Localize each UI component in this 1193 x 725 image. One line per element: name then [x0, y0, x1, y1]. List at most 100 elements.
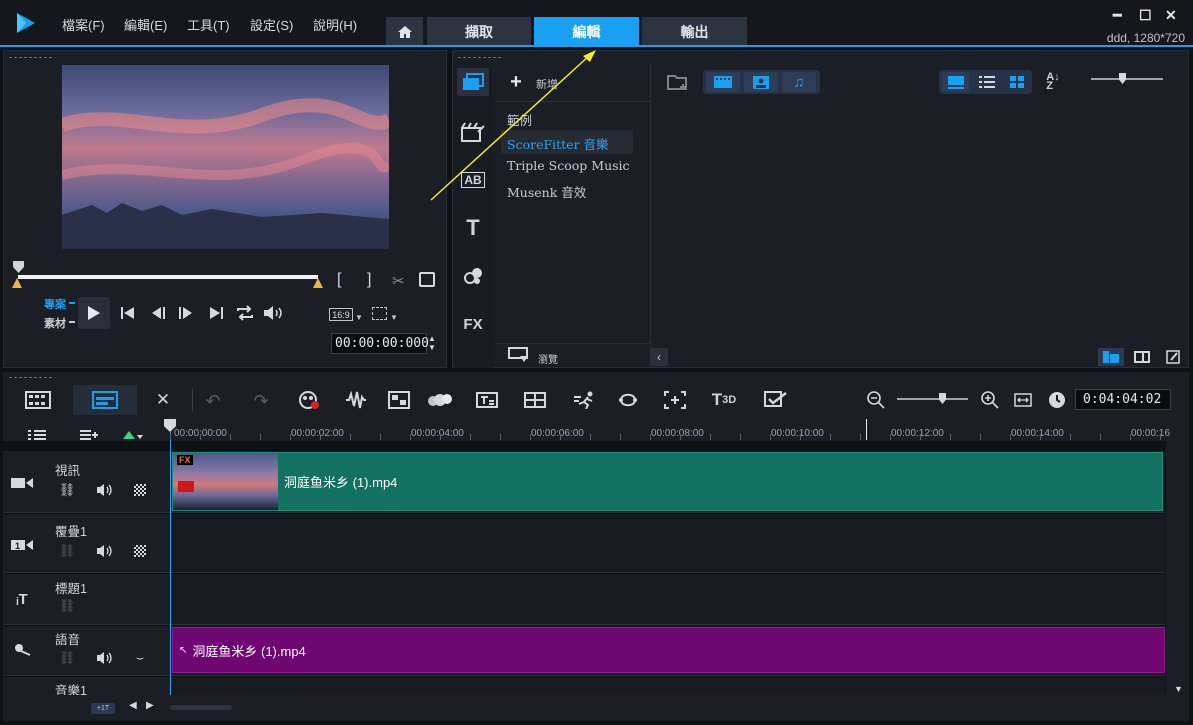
browse-button[interactable]: 瀏覽 [538, 351, 558, 366]
track-name[interactable]: 語音 [55, 629, 80, 648]
tab-output[interactable]: 輸出 [642, 17, 747, 46]
tab-capture[interactable]: 擷取 [427, 17, 531, 46]
audio-filter-icon[interactable]: ♫ [782, 72, 816, 92]
mark-out-icon[interactable]: ] [367, 271, 371, 289]
track-volume-icon[interactable] [95, 650, 115, 666]
chapter-marker-icon[interactable] [79, 427, 99, 443]
add-icon[interactable]: + [507, 71, 525, 93]
import-folder-icon[interactable] [667, 72, 689, 92]
aspect-ratio-button[interactable]: 16:9 [329, 308, 353, 321]
track-name[interactable]: 覆疊1 [55, 521, 87, 540]
track-manager-icon[interactable] [27, 427, 47, 443]
scroll-left-icon[interactable]: ◀ [129, 700, 137, 711]
menu-tools[interactable]: 工具(T) [187, 15, 230, 34]
track-name[interactable]: 視訊 [55, 460, 80, 479]
track-area-title[interactable] [171, 574, 1165, 625]
library-item-scorefitter[interactable]: ScoreFitter 音樂 [507, 134, 609, 153]
track-name[interactable]: 標題1 [55, 578, 87, 597]
volume-icon[interactable] [263, 304, 285, 322]
pan-zoom-icon[interactable] [663, 389, 687, 411]
sort-icon[interactable]: A↓ Z [1043, 72, 1063, 92]
media-library-icon[interactable] [457, 68, 489, 96]
voice-clip[interactable]: ↖ 洞庭鱼米乡 (1).mp4 [172, 627, 1165, 673]
zoom-out-icon[interactable] [866, 390, 886, 410]
play-button[interactable] [78, 297, 110, 329]
video-clip[interactable]: FX 洞庭鱼米乡 (1).mp4 [172, 452, 1163, 511]
library-layout-icon[interactable] [1098, 348, 1124, 366]
mode-clip[interactable]: 素材 [44, 315, 66, 331]
record-capture-icon[interactable] [297, 389, 321, 411]
undo-icon[interactable]: ↶ [202, 390, 224, 412]
graphics-icon[interactable] [457, 262, 489, 290]
split-scissors-icon[interactable]: ✂ [392, 272, 405, 290]
tab-edit[interactable]: 編輯 [534, 17, 639, 46]
track-transparency-icon[interactable] [134, 484, 146, 496]
track-volume-icon[interactable] [95, 543, 115, 559]
snapshot-icon[interactable] [419, 272, 435, 287]
multicam-icon[interactable] [387, 389, 411, 411]
redo-icon[interactable]: ↷ [250, 390, 272, 412]
crop-dropdown-icon[interactable]: ▼ [390, 313, 398, 322]
sound-mixer-icon[interactable] [344, 389, 368, 411]
track-volume-icon[interactable] [95, 482, 115, 498]
prev-frame-icon[interactable] [151, 305, 167, 321]
crop-icon[interactable] [372, 307, 387, 320]
audio-ducking-icon[interactable]: ⌣ [131, 650, 149, 666]
mark-in-icon[interactable]: [ [337, 271, 341, 289]
add-track-icon[interactable]: +1T [91, 703, 115, 714]
scrubber-track[interactable] [18, 275, 318, 279]
menu-edit[interactable]: 編輯(E) [124, 15, 167, 34]
link-icon[interactable]: ⛓ [58, 482, 76, 498]
link-icon[interactable]: ⛓ [58, 598, 76, 614]
transition-icon[interactable]: AB [457, 166, 489, 194]
maximize-icon[interactable]: ☐ [1139, 7, 1152, 24]
minimize-icon[interactable]: ━ [1113, 7, 1121, 24]
scrubber-handle[interactable] [13, 261, 24, 273]
options-panel-icon[interactable] [1129, 348, 1155, 366]
subtitle-editor-icon[interactable] [475, 389, 499, 411]
collapse-panel-icon[interactable]: ‹ [650, 348, 668, 366]
timecode-stepper[interactable]: ▲ ▼ [428, 334, 436, 352]
library-item-samples[interactable]: 範例 [507, 110, 532, 129]
track-area-music[interactable] [171, 677, 1165, 695]
title-icon[interactable]: T [457, 214, 489, 242]
library-item-triple-scoop[interactable]: Triple Scoop Music [507, 158, 630, 173]
thumbnail-view-icon[interactable] [1003, 72, 1030, 92]
home-button[interactable] [386, 17, 423, 46]
3d-title-icon[interactable]: T 3D [708, 389, 740, 411]
zoom-in-icon[interactable] [980, 390, 1000, 410]
thumbnail-size-slider[interactable] [1091, 78, 1163, 80]
ripple-editing-icon[interactable] [122, 428, 144, 442]
motion-tracking-icon[interactable] [427, 389, 453, 411]
time-remapping-icon[interactable] [572, 389, 598, 411]
smart-proxy-icon[interactable] [763, 389, 789, 411]
timecode-display[interactable]: 00:00:00:000 [331, 333, 429, 354]
project-duration-clock-icon[interactable] [1047, 390, 1067, 410]
mode-project[interactable]: 專案 [44, 296, 66, 312]
panel-grip[interactable] [457, 56, 503, 59]
storyboard-mode-icon[interactable] [22, 388, 54, 412]
close-icon[interactable]: ✕ [1165, 7, 1177, 24]
mask-creator-icon[interactable] [616, 389, 640, 411]
repeat-icon[interactable] [235, 304, 255, 322]
go-end-icon[interactable] [208, 305, 224, 321]
panel-grip[interactable] [8, 376, 54, 379]
edit-properties-icon[interactable] [1160, 348, 1186, 366]
browse-icon[interactable] [508, 347, 530, 363]
track-area-overlay[interactable] [171, 514, 1165, 573]
menu-file[interactable]: 檔案(F) [62, 15, 105, 34]
timeline-vertical-scrollbar[interactable] [1166, 441, 1189, 695]
go-start-icon[interactable] [120, 305, 136, 321]
next-frame-icon[interactable] [177, 305, 193, 321]
link-icon[interactable]: ⛓ [58, 650, 76, 666]
split-screen-icon[interactable] [523, 389, 547, 411]
list-view-icon[interactable] [973, 72, 1000, 92]
scroll-right-icon[interactable]: ▶ [146, 700, 154, 711]
menu-help[interactable]: 說明(H) [313, 15, 357, 34]
link-icon[interactable]: ⛓ [58, 543, 76, 559]
instant-project-icon[interactable] [457, 118, 489, 146]
video-filter-icon[interactable] [706, 72, 740, 92]
tools-icon[interactable]: ✕ [151, 388, 175, 412]
filter-fx-icon[interactable]: FX [457, 310, 489, 338]
menu-settings[interactable]: 設定(S) [250, 15, 293, 34]
